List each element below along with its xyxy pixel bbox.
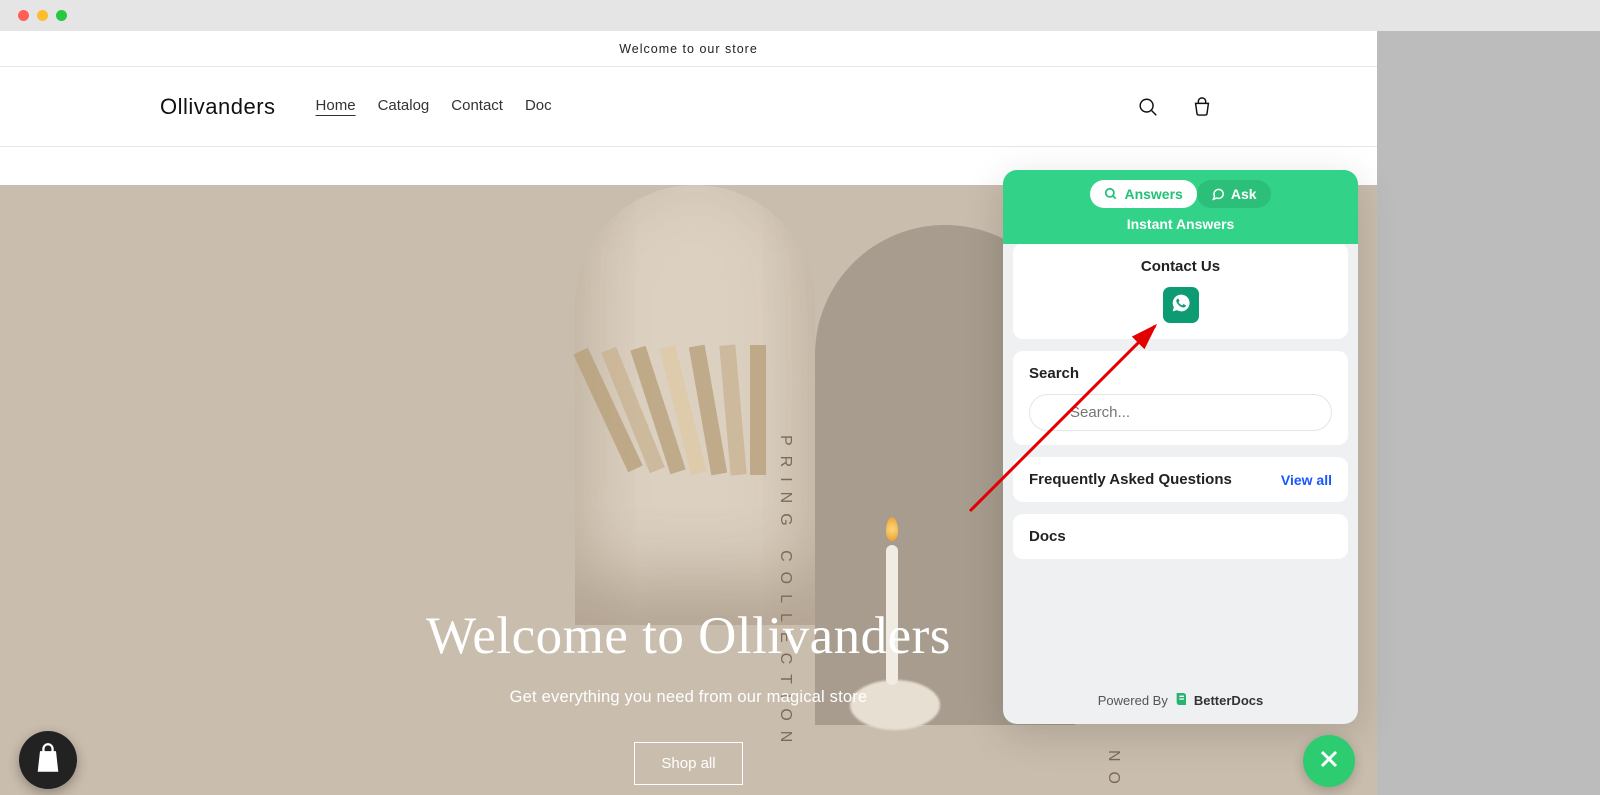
help-tabs: Answers Ask [1003, 170, 1358, 216]
nav-catalog[interactable]: Catalog [378, 97, 430, 116]
betterdocs-label: BetterDocs [1194, 693, 1263, 708]
betterdocs-icon [1174, 691, 1190, 710]
tab-answers-label: Answers [1124, 186, 1182, 202]
help-search-input[interactable] [1029, 394, 1332, 431]
nav-contact[interactable]: Contact [451, 97, 503, 116]
page: Welcome to our store Ollivanders Home Ca… [0, 31, 1377, 795]
hero-bg-books [590, 345, 800, 595]
cart-icon[interactable] [1187, 92, 1217, 122]
docs-title: Docs [1029, 528, 1332, 545]
tab-answers[interactable]: Answers [1090, 180, 1196, 208]
whatsapp-icon [1171, 293, 1191, 318]
whatsapp-button[interactable] [1163, 287, 1199, 323]
shopify-fab[interactable] [19, 731, 77, 789]
hero-vertical-label-2: NO [1104, 750, 1122, 794]
faq-card: Frequently Asked Questions View all [1013, 457, 1348, 502]
help-subtitle: Instant Answers [1003, 216, 1358, 244]
browser-chrome [0, 0, 1600, 31]
search-card-title: Search [1029, 365, 1332, 382]
hero-subtitle: Get everything you need from our magical… [426, 688, 951, 707]
main-nav: Home Catalog Contact Doc [316, 97, 552, 116]
nav-doc[interactable]: Doc [525, 97, 552, 116]
help-widget: Answers Ask Instant Answers Contact Us S… [1003, 170, 1358, 724]
window-maximize-dot[interactable] [56, 10, 67, 21]
close-widget-button[interactable] [1303, 735, 1355, 787]
faq-title: Frequently Asked Questions [1029, 471, 1232, 488]
header: Ollivanders Home Catalog Contact Doc [0, 67, 1377, 147]
site-brand[interactable]: Ollivanders [160, 94, 276, 120]
help-footer: Powered By BetterDocs [1003, 681, 1358, 724]
betterdocs-link[interactable]: BetterDocs [1174, 691, 1263, 710]
hero-title: Welcome to Ollivanders [426, 606, 951, 666]
search-input-wrap [1029, 382, 1332, 431]
hero-content: Welcome to Ollivanders Get everything yo… [426, 606, 951, 785]
window-close-dot[interactable] [18, 10, 29, 21]
tab-ask-label: Ask [1231, 186, 1257, 202]
window-minimize-dot[interactable] [37, 10, 48, 21]
announcement-text: Welcome to our store [619, 42, 758, 56]
announcement-bar: Welcome to our store [0, 31, 1377, 67]
nav-home[interactable]: Home [316, 97, 356, 116]
shopify-bag-icon [33, 742, 63, 779]
shop-all-button[interactable]: Shop all [634, 742, 742, 785]
close-icon [1317, 747, 1341, 776]
header-actions [1133, 92, 1217, 122]
search-icon[interactable] [1133, 92, 1163, 122]
contact-us-title: Contact Us [1029, 258, 1332, 275]
contact-us-card: Contact Us [1013, 244, 1348, 339]
powered-by-label: Powered By [1098, 693, 1168, 708]
faq-view-all-link[interactable]: View all [1281, 472, 1332, 488]
docs-card[interactable]: Docs [1013, 514, 1348, 559]
help-body: Contact Us Search Frequently Asked Quest… [1003, 244, 1358, 681]
tab-ask[interactable]: Ask [1197, 180, 1271, 208]
search-card: Search [1013, 351, 1348, 445]
